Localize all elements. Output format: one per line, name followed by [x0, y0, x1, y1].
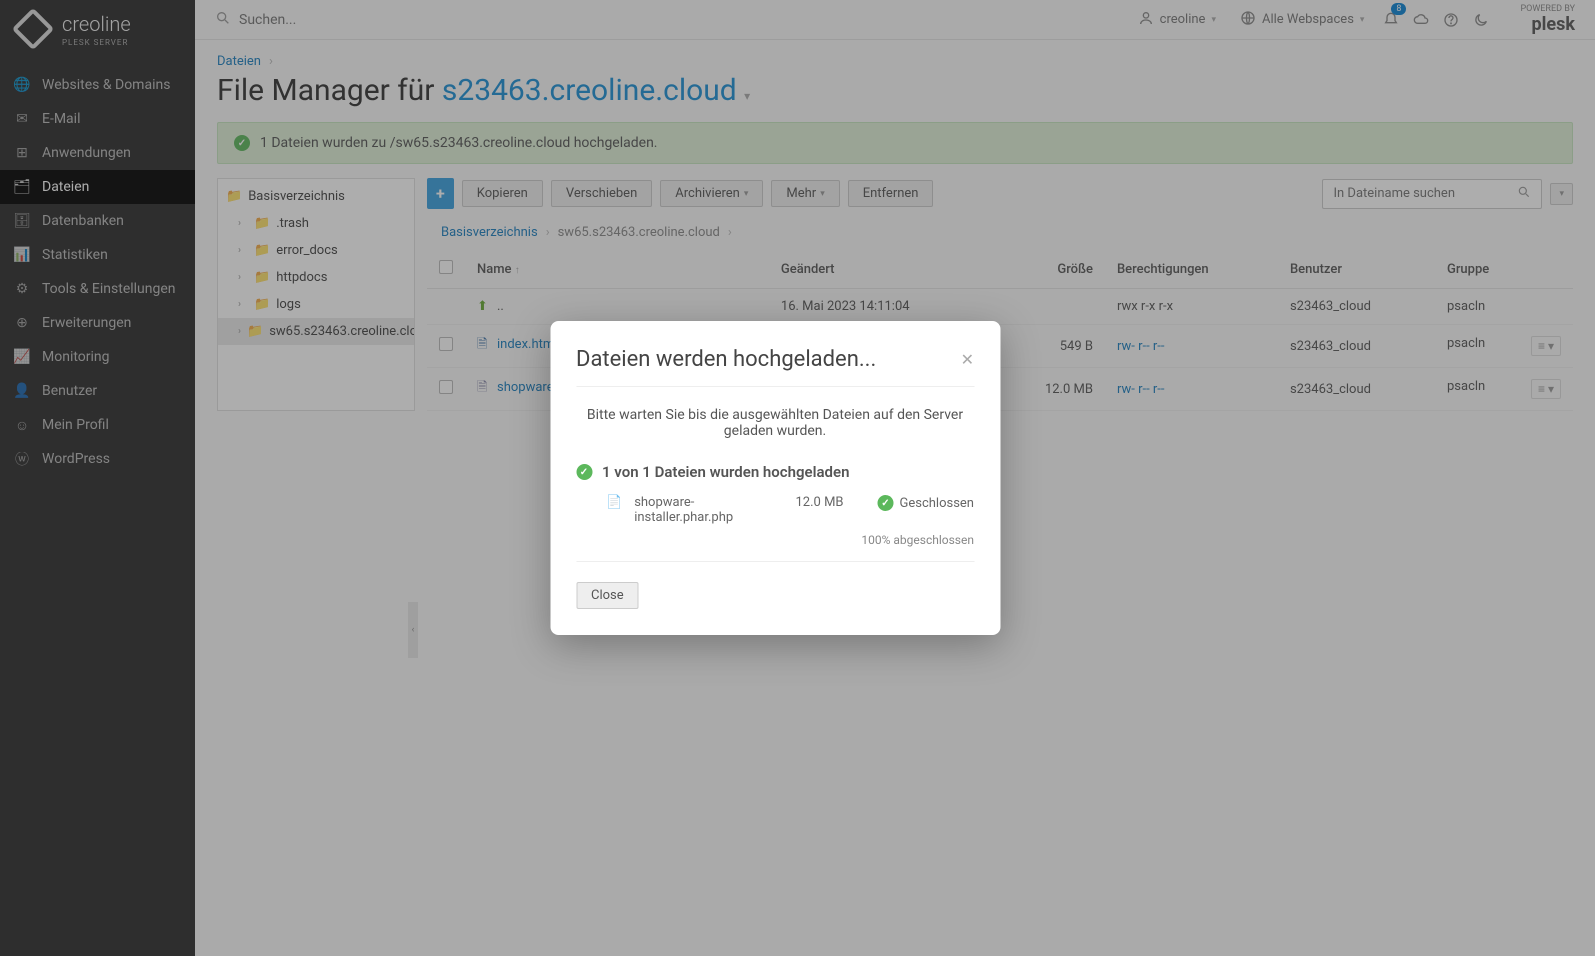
modal-close-action[interactable]: Close — [576, 582, 639, 609]
modal-close-button[interactable]: ✕ — [961, 350, 974, 369]
upload-file-row: 📄 shopware-installer.phar.php 12.0 MB ✓G… — [606, 495, 974, 525]
file-icon: 📄 — [606, 495, 622, 510]
upload-progress: 100% abgeschlossen — [576, 533, 974, 562]
check-icon: ✓ — [878, 495, 894, 511]
upload-modal: Dateien werden hochgeladen... ✕ Bitte wa… — [550, 321, 1000, 635]
modal-message: Bitte warten Sie bis die ausgewählten Da… — [576, 407, 974, 439]
check-icon: ✓ — [576, 464, 592, 480]
modal-title: Dateien werden hochgeladen... — [576, 347, 876, 372]
upload-status: ✓ 1 von 1 Dateien wurden hochgeladen — [576, 463, 974, 481]
